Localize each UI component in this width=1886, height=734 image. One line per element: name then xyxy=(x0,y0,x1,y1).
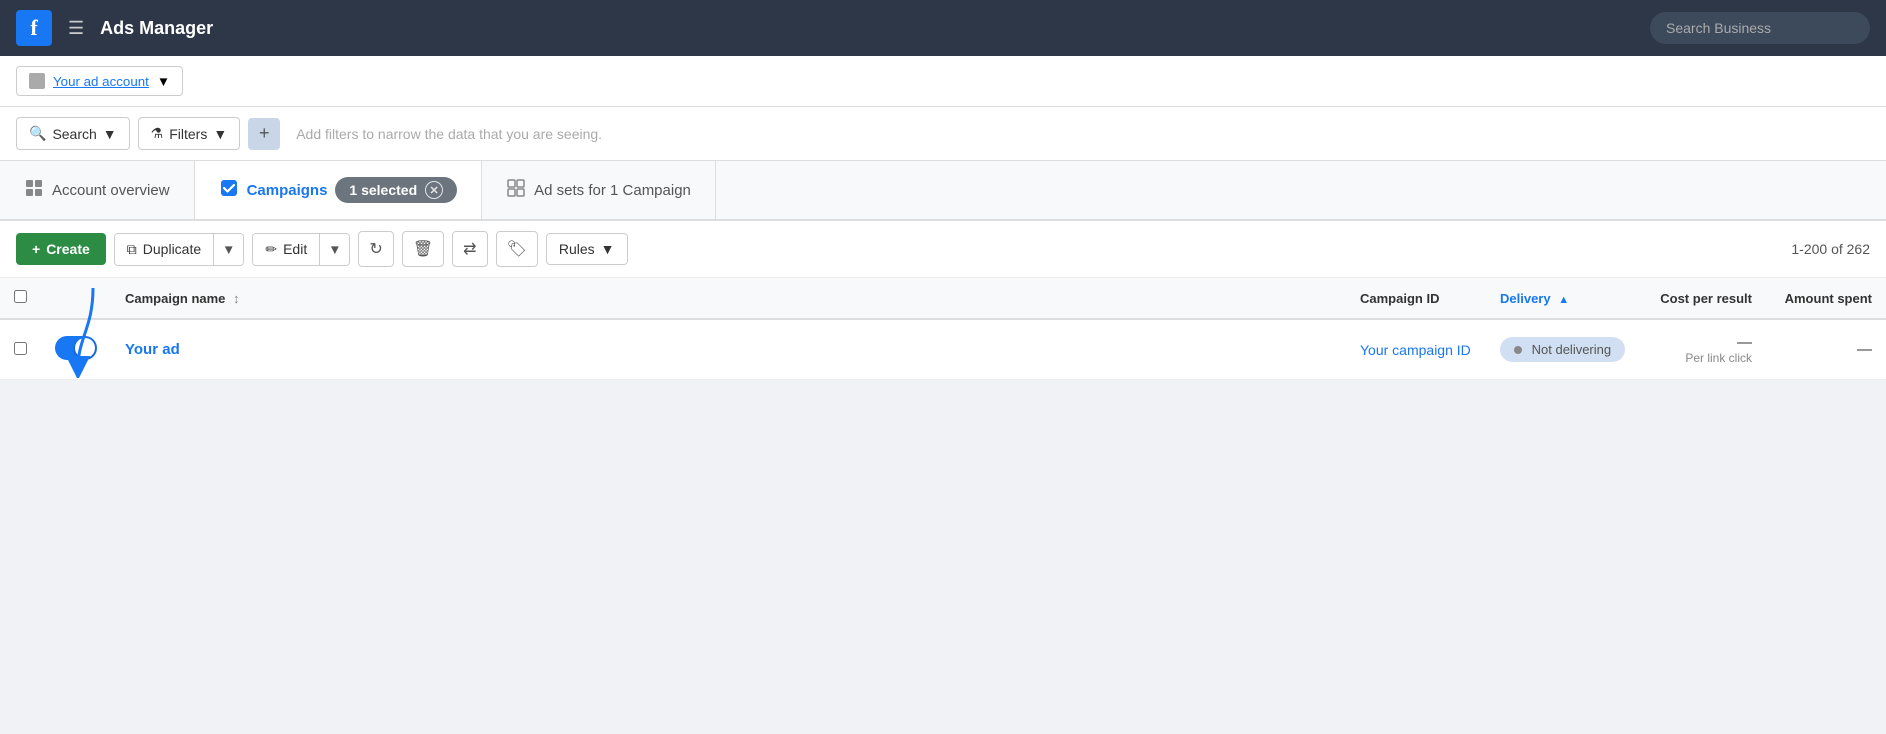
select-all-checkbox[interactable] xyxy=(14,290,27,303)
delivery-sort-icon: ▲ xyxy=(1558,294,1569,306)
amount-spent-value: — xyxy=(1857,341,1872,358)
ad-sets-icon xyxy=(506,178,526,202)
delivery-header[interactable]: Delivery ▲ xyxy=(1486,278,1646,319)
ad-sets-label: Ad sets for 1 Campaign xyxy=(534,182,691,199)
campaign-name-sort-icon: ↕ xyxy=(233,291,240,306)
edit-dropdown-button[interactable]: ▼ xyxy=(319,234,349,265)
edit-button[interactable]: ✏ Edit xyxy=(253,234,319,265)
account-selector-text: Your ad account xyxy=(53,74,149,89)
pagination-info: 1-200 of 262 xyxy=(1791,241,1870,257)
search-label: Search xyxy=(52,126,96,142)
account-icon xyxy=(29,73,45,89)
edit-icon: ✏ xyxy=(265,241,277,258)
account-overview-icon xyxy=(24,178,44,202)
campaign-id-cell: Your campaign ID xyxy=(1346,319,1486,380)
campaign-toggle[interactable] xyxy=(55,336,97,360)
status-dot xyxy=(1514,346,1522,354)
facebook-logo: f xyxy=(16,10,52,46)
hamburger-icon[interactable]: ☰ xyxy=(68,18,84,39)
selected-badge: 1 selected ✕ xyxy=(335,177,457,203)
toggle-header xyxy=(41,278,111,319)
campaign-id-value: Your campaign ID xyxy=(1360,342,1471,358)
main-content: + Create ⧉ Duplicate ▼ ✏ Edit ▼ ↻ 🗑 ⇄ xyxy=(0,221,1886,380)
delivery-status-text: Not delivering xyxy=(1532,342,1612,357)
filters-dropdown-icon: ▼ xyxy=(213,126,227,142)
rules-button[interactable]: Rules ▼ xyxy=(546,233,628,265)
campaigns-table: Campaign name ↕ Campaign ID Delivery ▲ C… xyxy=(0,278,1886,380)
cost-per-result-value: — xyxy=(1660,334,1752,351)
table-row: Your ad Your campaign ID Not delivering … xyxy=(0,319,1886,380)
nav-title: Ads Manager xyxy=(100,18,1634,39)
delivery-label: Delivery xyxy=(1500,291,1551,306)
campaign-name-cell: Your ad xyxy=(111,319,1346,380)
tag-icon: 🏷 xyxy=(507,241,527,258)
selected-badge-text: 1 selected xyxy=(349,182,417,198)
plus-icon: + xyxy=(259,123,270,144)
add-filter-button[interactable]: + xyxy=(248,118,280,150)
filter-bar: 🔍 Search ▼ ⚗ Filters ▼ + Add filters to … xyxy=(0,107,1886,161)
campaigns-label: Campaigns xyxy=(247,182,328,199)
toggle-knob xyxy=(75,338,95,358)
filter-icon: ⚗ xyxy=(151,125,164,142)
delivery-cell: Not delivering xyxy=(1486,319,1646,380)
campaign-name-header[interactable]: Campaign name ↕ xyxy=(111,278,1346,319)
account-selector[interactable]: Your ad account ▼ xyxy=(16,66,183,96)
campaigns-check-icon xyxy=(219,178,239,202)
account-dropdown-icon: ▼ xyxy=(157,74,170,89)
campaign-id-header[interactable]: Campaign ID xyxy=(1346,278,1486,319)
tabs-bar: Account overview Campaigns 1 selected ✕ … xyxy=(0,161,1886,221)
fb-logo-letter: f xyxy=(30,15,37,41)
tab-account-overview[interactable]: Account overview xyxy=(0,161,195,219)
campaign-name-label: Campaign name xyxy=(125,291,225,306)
filter-hint: Add filters to narrow the data that you … xyxy=(296,126,602,142)
search-business-input[interactable] xyxy=(1650,12,1870,44)
toolbar: + Create ⧉ Duplicate ▼ ✏ Edit ▼ ↻ 🗑 ⇄ xyxy=(0,221,1886,278)
tag-button[interactable]: 🏷 xyxy=(496,231,538,267)
create-plus-icon: + xyxy=(32,241,40,257)
cost-per-result-sub: Per link click xyxy=(1660,351,1752,365)
row-toggle-cell xyxy=(41,319,111,380)
top-nav: f ☰ Ads Manager xyxy=(0,0,1886,56)
export-icon: ⇄ xyxy=(463,241,476,258)
campaign-name-value[interactable]: Your ad xyxy=(125,341,180,358)
account-overview-label: Account overview xyxy=(52,182,170,199)
row-checkbox[interactable] xyxy=(14,342,27,355)
duplicate-dropdown-button[interactable]: ▼ xyxy=(213,234,243,265)
search-icon: 🔍 xyxy=(29,125,46,142)
delivery-status-badge: Not delivering xyxy=(1500,337,1625,362)
rules-label: Rules xyxy=(559,241,595,257)
refresh-icon: ↻ xyxy=(369,241,382,258)
delete-button[interactable]: 🗑 xyxy=(402,231,444,267)
create-label: Create xyxy=(46,241,90,257)
amount-spent-label: Amount spent xyxy=(1785,291,1872,306)
cost-per-result-label: Cost per result xyxy=(1660,291,1752,306)
duplicate-split-button: ⧉ Duplicate ▼ xyxy=(114,233,245,266)
search-dropdown-icon: ▼ xyxy=(103,126,117,142)
duplicate-label: Duplicate xyxy=(143,241,201,257)
trash-icon: 🗑 xyxy=(413,241,433,258)
search-button[interactable]: 🔍 Search ▼ xyxy=(16,117,130,150)
account-bar: Your ad account ▼ xyxy=(0,56,1886,107)
tab-ad-sets[interactable]: Ad sets for 1 Campaign xyxy=(482,161,716,219)
edit-split-button: ✏ Edit ▼ xyxy=(252,233,350,266)
selected-badge-close[interactable]: ✕ xyxy=(425,181,443,199)
amount-spent-cell: — xyxy=(1766,319,1886,380)
select-all-header xyxy=(0,278,41,319)
cost-per-result-cell: — Per link click xyxy=(1646,319,1766,380)
cost-per-result-header[interactable]: Cost per result xyxy=(1646,278,1766,319)
amount-spent-header[interactable]: Amount spent xyxy=(1766,278,1886,319)
row-checkbox-cell xyxy=(0,319,41,380)
rules-dropdown-icon: ▼ xyxy=(601,241,615,257)
refresh-button[interactable]: ↻ xyxy=(358,231,393,267)
duplicate-icon: ⧉ xyxy=(127,241,137,258)
filters-label: Filters xyxy=(169,126,207,142)
export-button[interactable]: ⇄ xyxy=(452,231,487,267)
duplicate-button[interactable]: ⧉ Duplicate xyxy=(115,234,213,265)
tab-campaigns[interactable]: Campaigns 1 selected ✕ xyxy=(195,161,483,221)
edit-label: Edit xyxy=(283,241,307,257)
filters-button[interactable]: ⚗ Filters ▼ xyxy=(138,117,241,150)
create-button[interactable]: + Create xyxy=(16,233,106,265)
campaign-id-label: Campaign ID xyxy=(1360,291,1439,306)
